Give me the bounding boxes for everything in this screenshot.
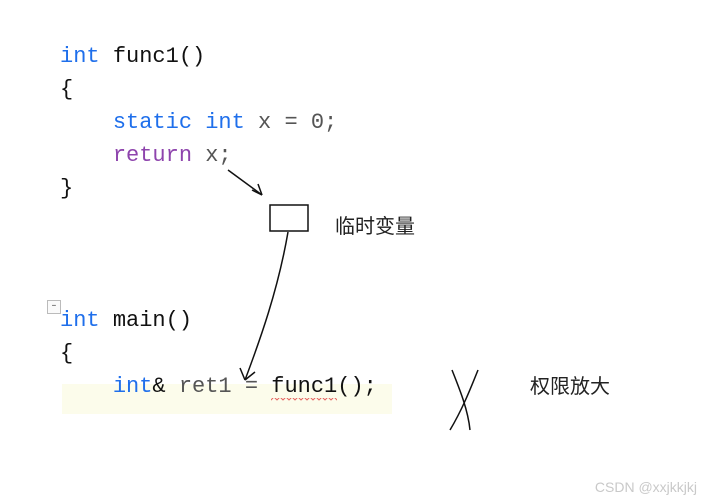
fold-indicator-icon[interactable]: - (47, 300, 61, 314)
brace-open: { (60, 77, 73, 102)
annotation-temp-variable: 临时变量 (335, 210, 415, 239)
ampersand: & (152, 374, 165, 399)
code-line-8: int& ret1 = func1(); (60, 370, 377, 403)
code-line-3: static int x = 0; (60, 106, 377, 139)
blank-line (60, 271, 377, 304)
keyword-int: int (205, 110, 245, 135)
brace-open: { (60, 341, 73, 366)
function-name-func1: func1 (113, 44, 179, 69)
return-expr: x; (192, 143, 232, 168)
call-end: (); (337, 374, 377, 399)
brace-close: } (60, 176, 73, 201)
annotation-permission-enlarge: 权限放大 (530, 370, 610, 399)
code-line-2: { (60, 73, 377, 106)
parens: () (179, 44, 205, 69)
function-name-main: main (113, 308, 166, 333)
keyword-static: static (113, 110, 192, 135)
blank-line (60, 238, 377, 271)
blank-line (60, 205, 377, 238)
code-line-5: } (60, 172, 377, 205)
code-line-4: return x; (60, 139, 377, 172)
code-line-7: { (60, 337, 377, 370)
call-func1: func1 (271, 374, 337, 401)
keyword-int: int (113, 374, 153, 399)
keyword-int: int (60, 44, 100, 69)
watermark: CSDN @xxjkkjkj (595, 479, 697, 495)
code-block: int func1() { static int x = 0; return x… (60, 40, 377, 403)
var-decl: ret1 = (166, 374, 272, 399)
keyword-return: return (113, 143, 192, 168)
keyword-int: int (60, 308, 100, 333)
code-line-6: int main() (60, 304, 377, 337)
code-line-1: int func1() (60, 40, 377, 73)
parens: () (166, 308, 192, 333)
decl-rest: x = 0; (245, 110, 337, 135)
